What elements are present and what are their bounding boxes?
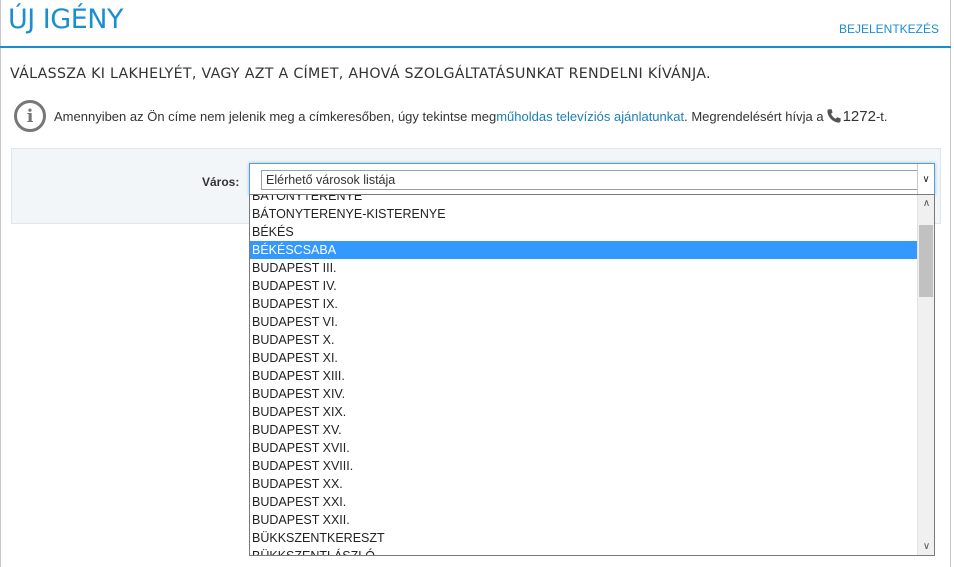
chevron-up-icon[interactable]: ∧ [918,195,934,212]
city-option[interactable]: BUDAPEST XVII. [250,439,918,457]
city-select-value: Elérhető városok listája [266,173,396,187]
page-title: ÚJ IGÉNY [8,4,123,35]
city-option[interactable]: BÜKKSZENTKERESZT [250,529,918,547]
city-dropdown-list[interactable]: BÁTONYTERENYE BÁTONYTERENYE-KISTERENYE BÉK… [249,194,935,556]
city-label: Város: [202,175,240,189]
login-link[interactable]: BEJELENTKEZÉS [839,22,939,36]
city-option[interactable]: BUDAPEST XIII. [250,367,918,385]
city-option[interactable]: BÉKÉSCSABA [250,241,918,259]
satellite-offer-link[interactable]: műholdas televíziós ajánlatunkat [496,109,684,124]
dropdown-scrollbar[interactable]: ∧ ∨ [917,195,934,555]
chevron-down-icon[interactable]: ∨ [918,538,934,555]
city-select-field[interactable]: Elérhető városok listája [261,170,918,190]
city-option[interactable]: BUDAPEST X. [250,331,918,349]
city-option[interactable]: BUDAPEST IX. [250,295,918,313]
city-option[interactable]: BUDAPEST XI. [250,349,918,367]
city-option[interactable]: BUDAPEST XV. [250,421,918,439]
phone-icon [826,108,842,124]
city-option[interactable]: BUDAPEST XVIII. [250,457,918,475]
info-icon: i [14,100,46,132]
chevron-down-icon[interactable]: ∨ [917,164,934,194]
city-option[interactable]: BÉKÉS [250,223,918,241]
city-option[interactable]: BUDAPEST IV. [250,277,918,295]
info-message: i Amennyiben az Ön címe nem jelenik meg … [14,100,888,132]
city-options: BÁTONYTERENYE BÁTONYTERENYE-KISTERENYE BÉK… [250,195,918,555]
city-option[interactable]: BÁTONYTERENYE [250,195,918,205]
city-option[interactable]: BÜKKSZENTLÁSZLÓ [250,547,918,555]
city-option[interactable]: BÁTONYTERENYE-KISTERENYE [250,205,918,223]
city-option[interactable]: BUDAPEST XXII. [250,511,918,529]
city-option[interactable]: BUDAPEST XX. [250,475,918,493]
info-text-before: Amennyiben az Ön címe nem jelenik meg a … [54,108,497,124]
city-option[interactable]: BUDAPEST III. [250,259,918,277]
city-option[interactable]: BUDAPEST VI. [250,313,918,331]
phone-suffix: -t. [875,108,888,124]
city-option[interactable]: BUDAPEST XXI. [250,493,918,511]
city-option[interactable]: BUDAPEST XIX. [250,403,918,421]
page-subtitle: VÁLASSZA KI LAKHELYÉT, VAGY AZT A CÍMET,… [10,66,711,82]
city-option[interactable]: BUDAPEST XIV. [250,385,918,403]
city-select[interactable]: Elérhető városok listája ∨ [249,163,935,195]
scrollbar-thumb[interactable] [919,225,933,297]
info-text-after: . Megrendelésért hívja a [684,108,824,124]
phone-number: 1272 [842,107,876,125]
page-header: ÚJ IGÉNY BEJELENTKEZÉS [0,0,951,48]
